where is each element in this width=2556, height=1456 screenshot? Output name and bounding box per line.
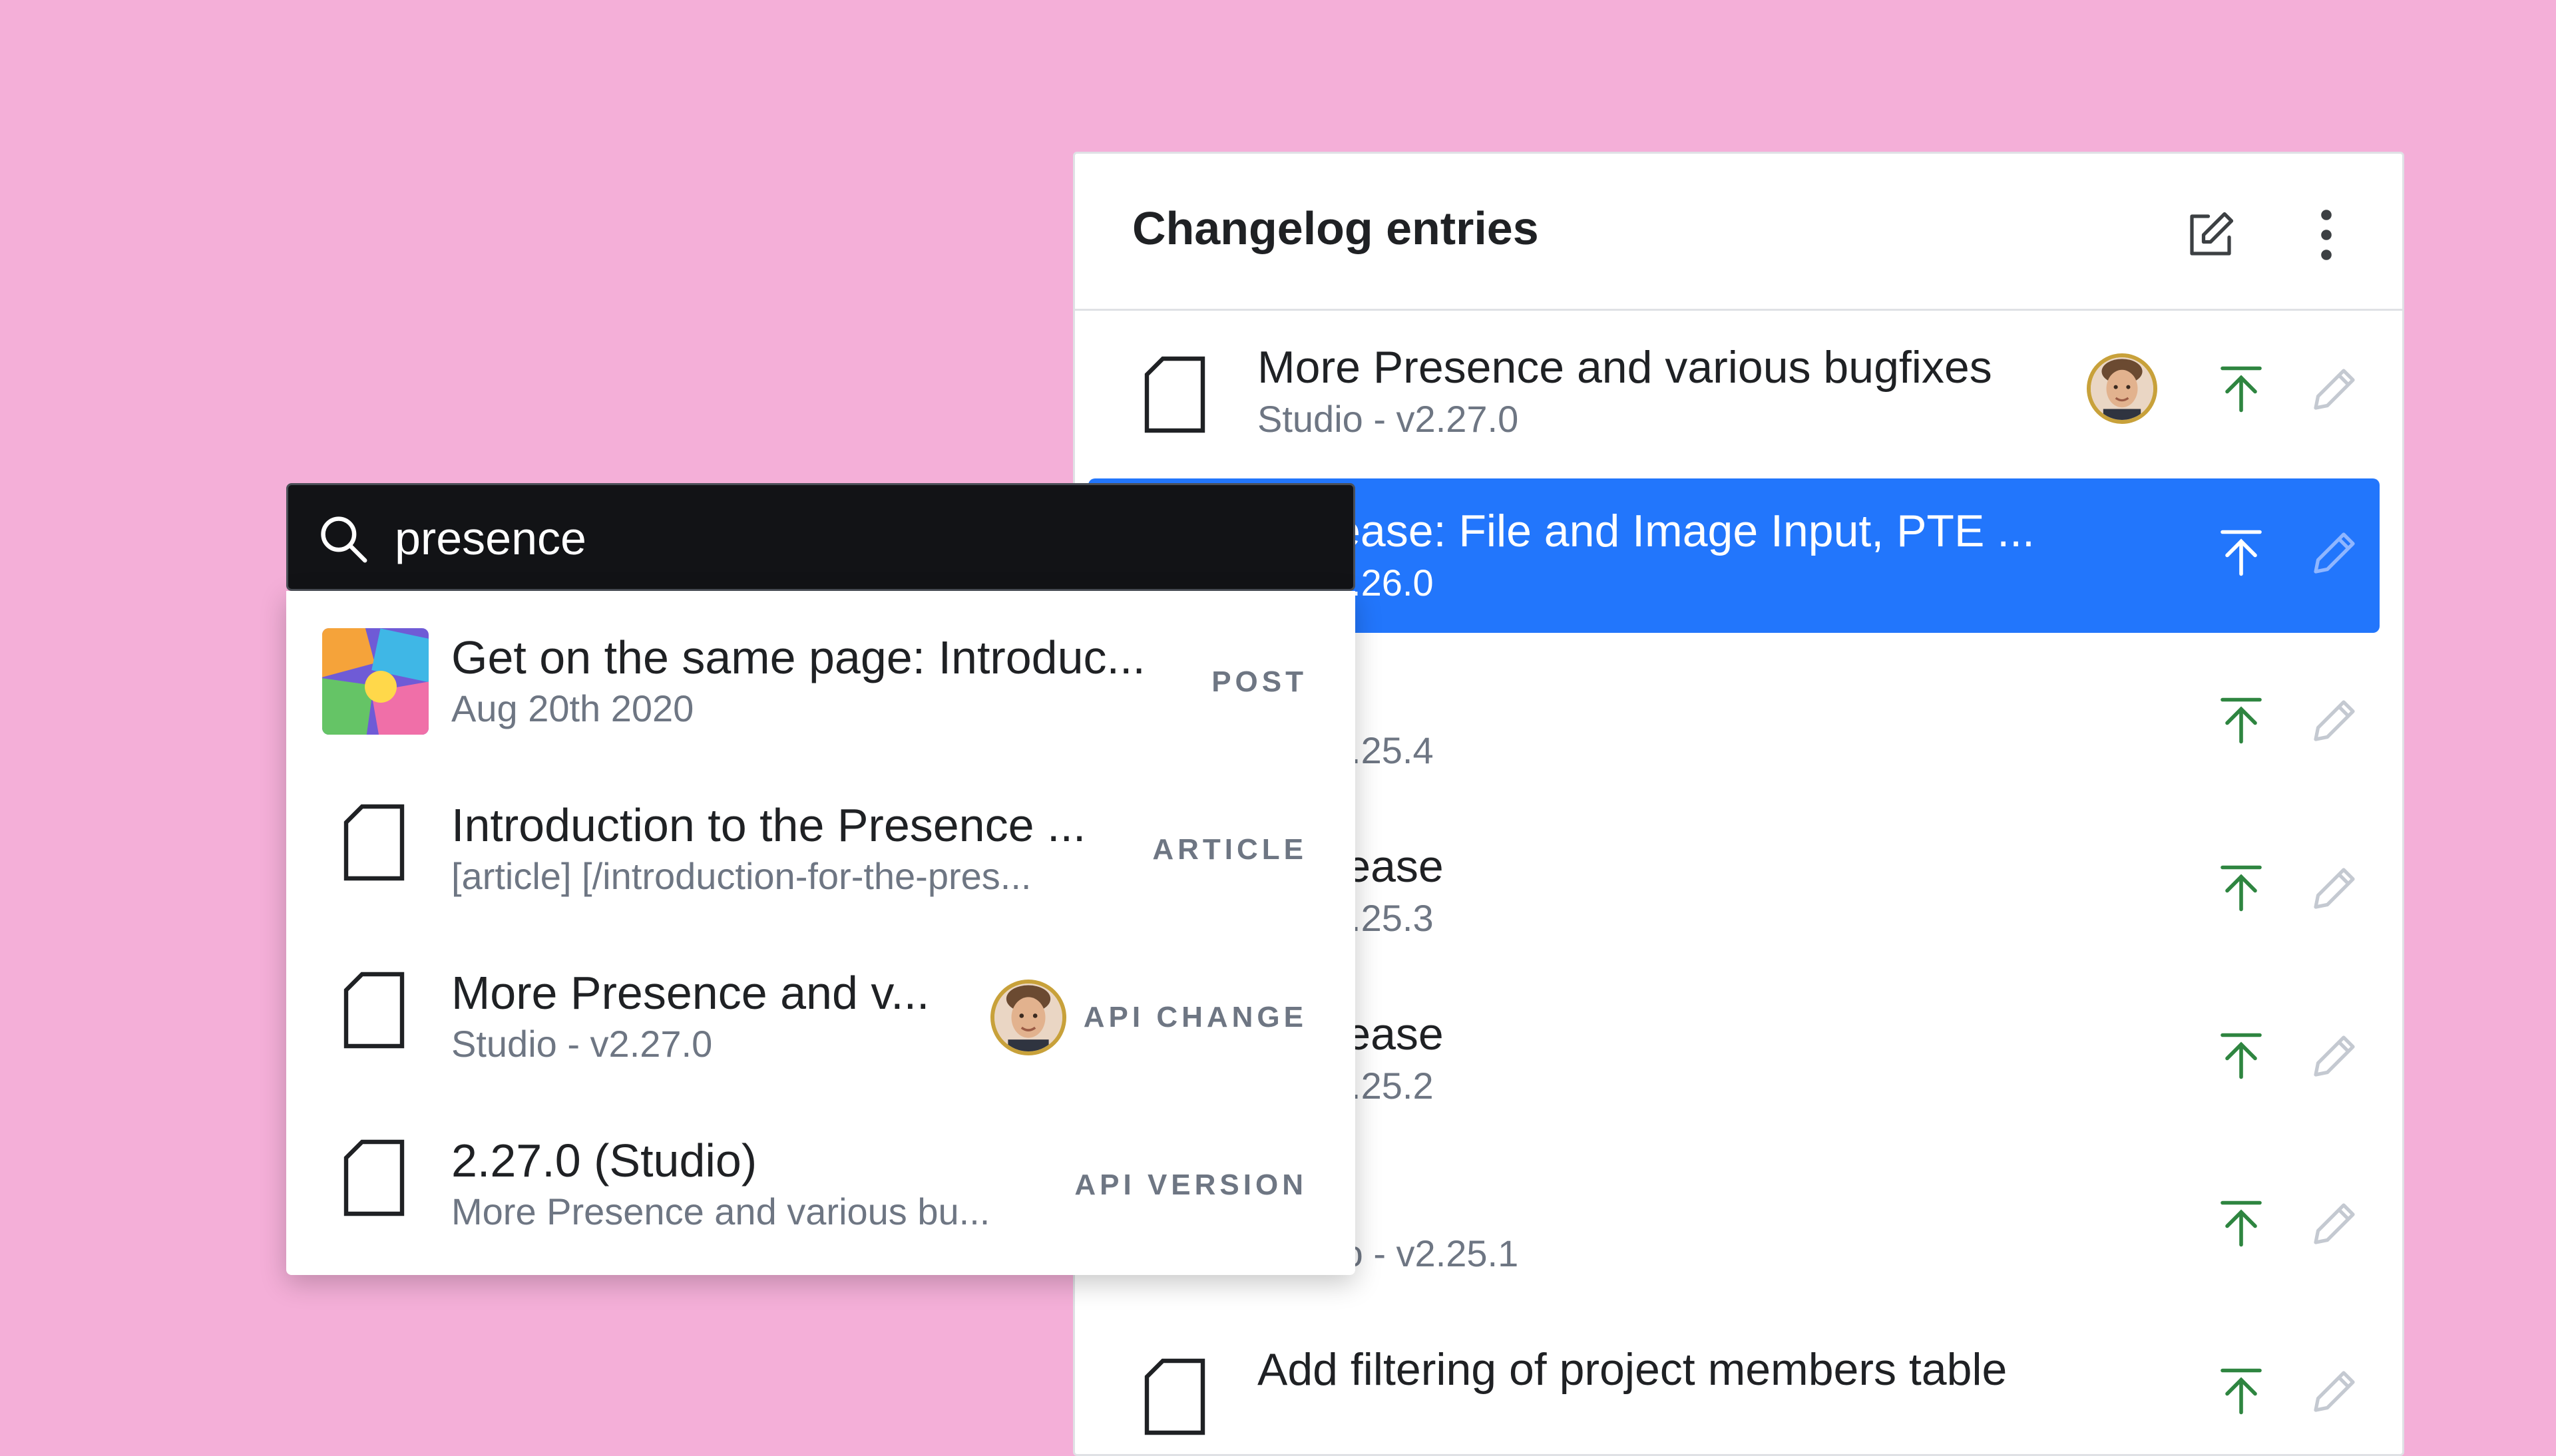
- document-icon: [343, 972, 405, 1049]
- edit-icon[interactable]: [2306, 1028, 2362, 1084]
- document-icon: [343, 804, 405, 881]
- result-subtitle: Aug 20th 2020: [451, 687, 694, 729]
- search-result-item[interactable]: Introduction to the Presence ... [articl…: [286, 759, 1355, 926]
- result-type-badge: ARTICLE: [1152, 833, 1307, 866]
- edit-icon[interactable]: [2306, 693, 2362, 749]
- search-bar: [286, 483, 1355, 591]
- result-type-badge: API CHANGE: [1083, 1001, 1307, 1033]
- result-subtitle: [article] [/introduction-for-the-pres...: [451, 855, 1032, 897]
- publish-icon[interactable]: [2213, 1364, 2269, 1419]
- result-title: Introduction to the Presence ...: [451, 799, 1086, 851]
- kebab-menu-icon: [2321, 210, 2332, 260]
- publish-icon[interactable]: [2213, 361, 2269, 417]
- result-subtitle: More Presence and various bu...: [451, 1190, 990, 1232]
- avatar: [2087, 353, 2157, 424]
- document-icon: [343, 1139, 405, 1216]
- result-title: More Presence and v...: [451, 967, 930, 1019]
- search-results: Get on the same page: Introduc... Aug 20…: [286, 591, 1355, 1275]
- result-title: Get on the same page: Introduc...: [451, 632, 1146, 683]
- document-icon: [1144, 356, 1205, 433]
- edit-icon[interactable]: [2306, 361, 2362, 417]
- publish-icon[interactable]: [2213, 860, 2269, 916]
- entry-title: r release: File and Image Input, PTE ...: [1257, 506, 2035, 556]
- document-icon: [1144, 1358, 1205, 1435]
- panel-header: Changelog entries: [1075, 154, 2402, 311]
- list-item[interactable]: Add filtering of project members table: [1088, 1317, 2380, 1454]
- compose-button[interactable]: [2177, 202, 2244, 268]
- result-type-badge: API VERSION: [1074, 1169, 1307, 1201]
- edit-icon[interactable]: [2306, 525, 2362, 581]
- search-result-item[interactable]: Get on the same page: Introduc... Aug 20…: [286, 591, 1355, 759]
- search-result-item[interactable]: More Presence and v... Studio - v2.27.0 …: [286, 926, 1355, 1094]
- edit-icon[interactable]: [2306, 860, 2362, 916]
- more-menu-button[interactable]: [2293, 202, 2360, 268]
- compose-icon: [2190, 212, 2234, 256]
- search-icon: [321, 516, 367, 563]
- publish-icon[interactable]: [2213, 1196, 2269, 1252]
- entry-title: Add filtering of project members table: [1257, 1344, 2008, 1395]
- edit-icon[interactable]: [2306, 1196, 2362, 1252]
- search-result-item[interactable]: 2.27.0 (Studio) More Presence and variou…: [286, 1094, 1355, 1262]
- entry-subtitle: Studio - v2.27.0: [1257, 398, 1519, 440]
- publish-icon[interactable]: [2213, 1028, 2269, 1084]
- panel-title: Changelog entries: [1132, 202, 1539, 254]
- publish-icon[interactable]: [2213, 693, 2269, 749]
- publish-icon[interactable]: [2213, 525, 2269, 581]
- entry-title: More Presence and various bugfixes: [1257, 342, 1992, 393]
- edit-icon[interactable]: [2306, 1364, 2362, 1419]
- avatar: [990, 980, 1066, 1055]
- list-item[interactable]: More Presence and various bugfixes Studi…: [1088, 315, 2380, 469]
- post-thumbnail: [322, 628, 429, 735]
- result-type-badge: POST: [1211, 665, 1307, 698]
- search-input[interactable]: [395, 505, 1313, 572]
- result-subtitle: Studio - v2.27.0: [451, 1023, 713, 1065]
- result-title: 2.27.0 (Studio): [451, 1135, 757, 1186]
